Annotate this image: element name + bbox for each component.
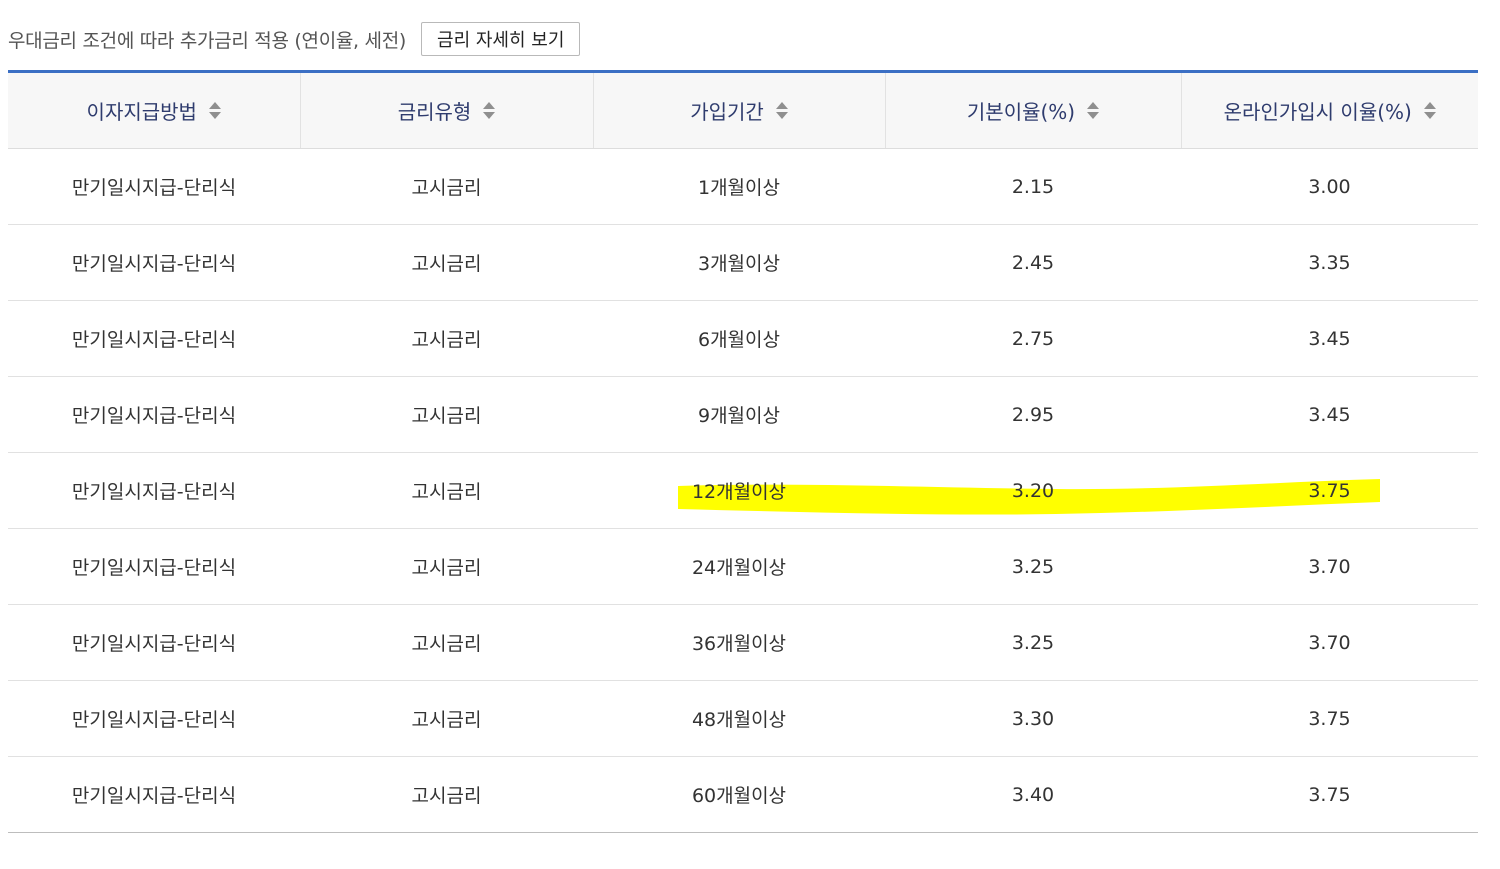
base-rate-cell: 3.20 (885, 452, 1181, 529)
sort-icon[interactable] (775, 102, 788, 119)
table-row: 만기일시지급-단리식 고시금리 9개월이상 2.95 3.45 (8, 376, 1478, 453)
column-label: 금리유형 (397, 100, 472, 124)
rate-type-cell: 고시금리 (300, 376, 593, 453)
column-header-payment-method[interactable]: 이자지급방법 (8, 71, 301, 149)
table-header-row: 이자지급방법 금리유형 가입기간 기본이율(%) 온라인가입시 이율(%) (8, 71, 1478, 149)
column-label: 가입기간 (690, 100, 764, 124)
online-rate-cell: 3.00 (1181, 148, 1478, 225)
payment-method-cell: 만기일시지급-단리식 (8, 680, 300, 757)
column-label: 기본이율(%) (966, 100, 1076, 124)
rate-detail-button[interactable]: 금리 자세히 보기 (421, 22, 581, 56)
payment-method-cell: 만기일시지급-단리식 (8, 300, 300, 377)
base-rate-cell: 2.15 (885, 148, 1181, 225)
column-label: 온라인가입시 이율(%) (1223, 100, 1412, 124)
base-rate-cell: 3.25 (885, 528, 1181, 605)
base-rate-cell: 2.45 (885, 224, 1181, 301)
base-rate-cell: 2.95 (885, 376, 1181, 453)
sort-icon[interactable] (208, 102, 221, 119)
payment-method-cell: 만기일시지급-단리식 (8, 148, 300, 225)
online-rate-cell: 3.75 (1181, 680, 1478, 757)
sort-icon[interactable] (1423, 102, 1436, 119)
term-cell: 12개월이상 (593, 452, 885, 529)
term-cell: 9개월이상 (593, 376, 885, 453)
payment-method-cell: 만기일시지급-단리식 (8, 452, 300, 529)
online-rate-cell: 3.70 (1181, 604, 1478, 681)
rate-type-cell: 고시금리 (300, 224, 593, 301)
table-row: 만기일시지급-단리식 고시금리 24개월이상 3.25 3.70 (8, 528, 1478, 605)
rate-type-cell: 고시금리 (411, 785, 482, 807)
payment-method-cell: 만기일시지급-단리식 (8, 604, 300, 681)
rate-type-cell: 고시금리 (300, 452, 593, 529)
interest-rate-table: 이자지급방법 금리유형 가입기간 기본이율(%) 온라인가입시 이율(%) 만기… (8, 70, 1478, 833)
payment-method-cell: 만기일시지급-단리식 (8, 376, 300, 453)
term-cell: 1개월이상 (593, 148, 885, 225)
table-row: 만기일시지급-단리식 고시금리 36개월이상 3.25 3.70 (8, 604, 1478, 681)
term-cell: 60개월이상 (691, 785, 787, 807)
term-cell: 6개월이상 (593, 300, 885, 377)
column-label: 이자지급방법 (86, 100, 197, 124)
online-rate-cell: 3.70 (1181, 528, 1478, 605)
table-row: 만기일시지급-단리식 고시금리 6개월이상 2.75 3.45 (8, 300, 1478, 377)
payment-method-cell: 만기일시지급-단리식 (71, 785, 237, 807)
rate-type-cell: 고시금리 (300, 148, 593, 225)
column-header-base-rate[interactable]: 기본이율(%) (885, 71, 1182, 149)
column-header-online-rate[interactable]: 온라인가입시 이율(%) (1181, 71, 1478, 149)
table-row: 만기일시지급-단리식 고시금리 3개월이상 2.45 3.35 (8, 224, 1478, 301)
rate-notice-text: 우대금리 조건에 따라 추가금리 적용 (연이율, 세전) (8, 29, 407, 52)
column-header-rate-type[interactable]: 금리유형 (300, 71, 594, 149)
payment-method-cell: 만기일시지급-단리식 (8, 528, 300, 605)
table-row-highlighted: 만기일시지급-단리식 고시금리 12개월이상 3.20 3.75 (8, 452, 1478, 529)
payment-method-cell: 만기일시지급-단리식 (8, 224, 300, 301)
base-rate-cell: 3.25 (885, 604, 1181, 681)
base-rate-cell: 2.75 (885, 300, 1181, 377)
term-cell: 24개월이상 (593, 528, 885, 605)
online-rate-cell: 3.75 (1308, 783, 1351, 806)
online-rate-cell: 3.45 (1181, 376, 1478, 453)
term-cell: 48개월이상 (593, 680, 885, 757)
table-row: 만기일시지급-단리식 고시금리 1개월이상 2.15 3.00 (8, 148, 1478, 225)
table-row: 만기일시지급-단리식 고시금리 60개월이상 3.40 3.75 (8, 757, 1478, 833)
rate-type-cell: 고시금리 (300, 300, 593, 377)
column-header-term[interactable]: 가입기간 (593, 71, 886, 149)
rate-type-cell: 고시금리 (300, 604, 593, 681)
sort-icon[interactable] (483, 102, 496, 119)
base-rate-cell: 3.40 (1011, 783, 1055, 806)
online-rate-cell: 3.75 (1181, 452, 1478, 529)
term-cell: 3개월이상 (593, 224, 885, 301)
online-rate-cell: 3.45 (1181, 300, 1478, 377)
online-rate-cell: 3.35 (1181, 224, 1478, 301)
table-row: 만기일시지급-단리식 고시금리 48개월이상 3.30 3.75 (8, 680, 1478, 757)
rate-type-cell: 고시금리 (300, 528, 593, 605)
rate-type-cell: 고시금리 (300, 680, 593, 757)
sort-icon[interactable] (1087, 102, 1100, 119)
term-cell: 36개월이상 (593, 604, 885, 681)
base-rate-cell: 3.30 (885, 680, 1181, 757)
rate-notice-bar: 우대금리 조건에 따라 추가금리 적용 (연이율, 세전) 금리 자세히 보기 (8, 22, 581, 56)
